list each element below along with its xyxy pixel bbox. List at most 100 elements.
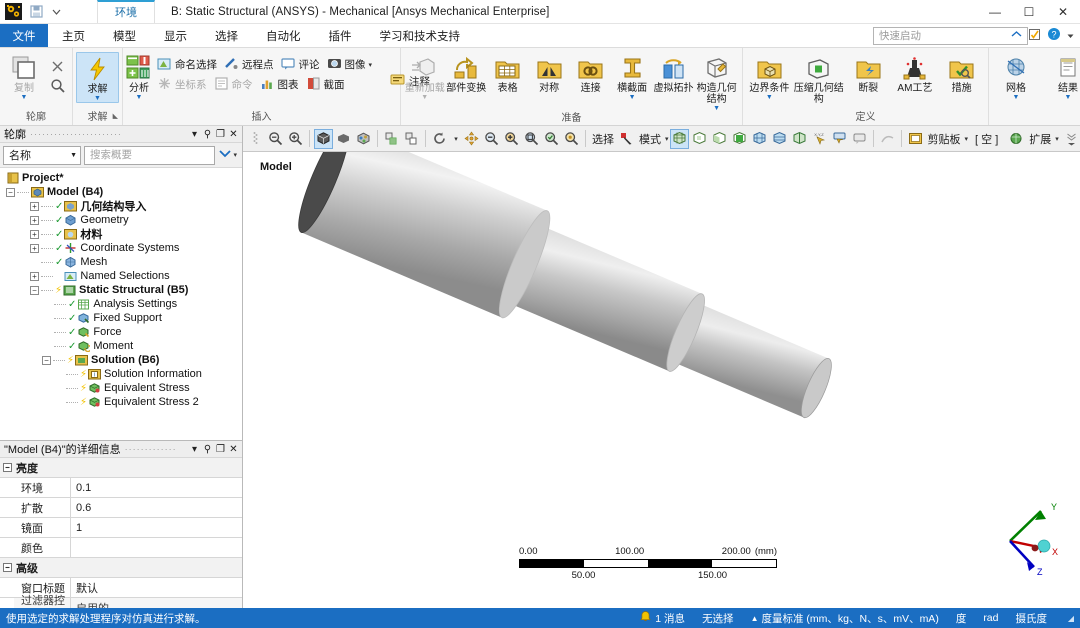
tree-item-model[interactable]: − Model (B4) xyxy=(0,185,242,199)
tree-item-coordinate-systems[interactable]: + ✓ Coordinate Systems xyxy=(0,241,242,255)
quick-launch-input[interactable] xyxy=(879,30,1027,42)
tree-item-static-structural[interactable]: − ⚡ Static Structural (B5) xyxy=(0,283,242,297)
construction-geometry-button[interactable]: 构造几何结构 ▼ xyxy=(694,52,739,112)
box-volume-select-icon[interactable] xyxy=(770,129,789,149)
solve-button[interactable]: 求解 ▼ xyxy=(76,52,119,103)
tree-expander[interactable]: − xyxy=(6,187,15,197)
status-messages[interactable]: 1 消息 xyxy=(639,610,685,626)
magnify-icon[interactable] xyxy=(562,129,581,149)
results-dropdown-icon[interactable]: ▼ xyxy=(1065,94,1072,101)
details-section-lighting[interactable]: 亮度 xyxy=(0,458,242,478)
save-icon[interactable] xyxy=(28,3,45,20)
annotation-balloon-icon[interactable] xyxy=(850,129,869,149)
graphics-viewport[interactable]: Model Y X Z 0.00 100.00 200.00 (mm) 50.0… xyxy=(243,152,1080,608)
details-panel-menu-icon[interactable]: ▾ xyxy=(188,444,201,455)
tree-expander[interactable]: + xyxy=(30,271,39,281)
collapse-ribbon-icon[interactable] xyxy=(1011,30,1022,42)
image-button[interactable]: 图像 ▾ xyxy=(324,55,376,74)
comment-button[interactable]: 评论 xyxy=(278,55,323,74)
help-dropdown-icon[interactable] xyxy=(1067,30,1074,42)
virtual-topology-button[interactable]: 虚拟拓扑 xyxy=(653,52,694,94)
mesh-button[interactable]: 网格 ▼ xyxy=(992,52,1040,101)
remote-point-button[interactable]: 远程点 xyxy=(221,55,277,74)
tree-expander[interactable]: − xyxy=(42,355,51,365)
vertex-select-icon[interactable] xyxy=(669,128,689,149)
tree-item-moment[interactable]: ✓ Moment xyxy=(0,339,242,353)
am-process-button[interactable]: AM工艺 xyxy=(892,52,939,94)
reload-button[interactable]: 重新加载 ▼ xyxy=(404,52,445,101)
details-value[interactable]: 启用的 xyxy=(71,598,242,608)
zoom-fit-icon[interactable] xyxy=(482,129,501,149)
duplicate-dropdown-icon[interactable]: ▼ xyxy=(21,94,28,101)
solve-dialog-launcher-icon[interactable]: ◣ xyxy=(113,110,118,124)
help-icon[interactable]: ? xyxy=(1047,27,1061,44)
tree-item-materials[interactable]: + ✓ 材料 xyxy=(0,227,242,241)
symmetry-button[interactable]: 对称 xyxy=(528,52,569,94)
outline-expand-button[interactable]: ▾ xyxy=(218,148,239,162)
compress-geometry-button[interactable]: 压缩几何结构 xyxy=(793,52,845,105)
box-select-icon[interactable] xyxy=(750,129,769,149)
boundary-condition-button[interactable]: 边界条件 ▼ xyxy=(746,52,793,101)
chart-button[interactable]: 图表 xyxy=(257,75,302,94)
maximize-button[interactable]: ☐ xyxy=(1012,0,1046,23)
solve-dropdown-icon[interactable]: ▼ xyxy=(94,95,101,102)
duplicate-button[interactable]: 复制 ▼ xyxy=(3,52,45,101)
rotate-dropdown-icon[interactable]: ▾ xyxy=(450,129,461,149)
outline-panel-menu-icon[interactable]: ▾ xyxy=(188,129,201,140)
wireframe-icon[interactable] xyxy=(354,129,373,149)
tree-item-solution-information[interactable]: ⚡ i Solution Information xyxy=(0,367,242,381)
rotate-icon[interactable] xyxy=(430,129,449,149)
shaded-exterior-icon[interactable] xyxy=(334,129,353,149)
details-value[interactable]: 默认 xyxy=(71,578,242,597)
outline-search-input[interactable] xyxy=(90,149,215,161)
details-value[interactable] xyxy=(71,538,242,557)
tree-expander[interactable]: + xyxy=(30,229,39,239)
mode-label[interactable]: 模式 xyxy=(637,131,663,147)
part-transform-button[interactable]: 部件变换 xyxy=(445,52,486,94)
details-panel-close-icon[interactable]: ✕ xyxy=(227,444,240,455)
analysis-button[interactable]: 分析 ▼ xyxy=(126,52,152,101)
coordinate-system-button[interactable]: 坐标系 xyxy=(154,75,210,94)
toolbar-overflow-icon[interactable] xyxy=(1065,129,1077,149)
quick-launch-box[interactable] xyxy=(873,27,1028,45)
measures-button[interactable]: 措施 xyxy=(938,52,985,94)
tree-expander[interactable]: − xyxy=(30,285,39,295)
clipboard-label[interactable]: 剪贴板 xyxy=(926,131,963,147)
resize-grip[interactable]: ◢ xyxy=(1064,614,1074,623)
boundary-condition-dropdown-icon[interactable]: ▼ xyxy=(766,94,773,101)
outline-tree[interactable]: Project* − Model (B4) + ✓ 几何结构导入 + ✓ Geo… xyxy=(0,168,242,440)
details-panel-pin-icon[interactable]: ⚲ xyxy=(201,444,214,455)
toolbar-grip[interactable] xyxy=(246,129,265,149)
find-outline-button[interactable] xyxy=(47,78,69,97)
zoom-out-icon[interactable] xyxy=(266,129,285,149)
tree-item-project[interactable]: Project* xyxy=(0,171,242,185)
clipboard-dropdown-icon[interactable]: ▾ xyxy=(965,135,969,143)
results-button[interactable]: 结果 ▼ xyxy=(1044,52,1080,101)
details-value[interactable]: 0.1 xyxy=(71,478,242,497)
menu-item-learning-support[interactable]: 学习和技术支持 xyxy=(366,24,475,47)
show-mesh-icon[interactable] xyxy=(382,129,401,149)
menu-item-display[interactable]: 显示 xyxy=(150,24,201,47)
zoom-to-fit-icon[interactable] xyxy=(542,129,561,149)
named-selection-button[interactable]: 命名选择 xyxy=(154,55,220,74)
outline-panel-pin-icon[interactable]: ⚲ xyxy=(201,129,214,140)
close-button[interactable]: ✕ xyxy=(1046,0,1080,23)
tree-expander[interactable]: + xyxy=(30,243,39,253)
menu-item-model[interactable]: 模型 xyxy=(99,24,150,47)
tree-item-geometry-import[interactable]: + ✓ 几何结构导入 xyxy=(0,199,242,213)
tree-item-solution[interactable]: − ⚡ Solution (B6) xyxy=(0,353,242,367)
outline-filter-combo[interactable]: 名称 ▼ xyxy=(3,145,81,165)
lasso-select-icon[interactable] xyxy=(790,129,809,149)
section-button[interactable]: 截面 xyxy=(303,75,348,94)
outline-panel-maximize-icon[interactable]: ❐ xyxy=(214,129,227,140)
extend-label[interactable]: 扩展 xyxy=(1027,131,1053,147)
outline-search-box[interactable] xyxy=(84,145,216,165)
details-row[interactable]: 扩散 0.6 xyxy=(0,498,242,518)
details-section-expander[interactable] xyxy=(0,558,14,577)
image-dropdown-icon[interactable]: ▾ xyxy=(369,61,373,69)
status-unit-system[interactable]: ▲ 度量标准 (mm、kg、N、s、mV、mA) xyxy=(751,611,939,626)
stepped-shaft-geometry[interactable] xyxy=(243,152,1080,589)
zoom-region-icon[interactable] xyxy=(522,129,541,149)
pan-icon[interactable] xyxy=(462,129,481,149)
shaded-exterior-edges-icon[interactable] xyxy=(314,128,333,149)
